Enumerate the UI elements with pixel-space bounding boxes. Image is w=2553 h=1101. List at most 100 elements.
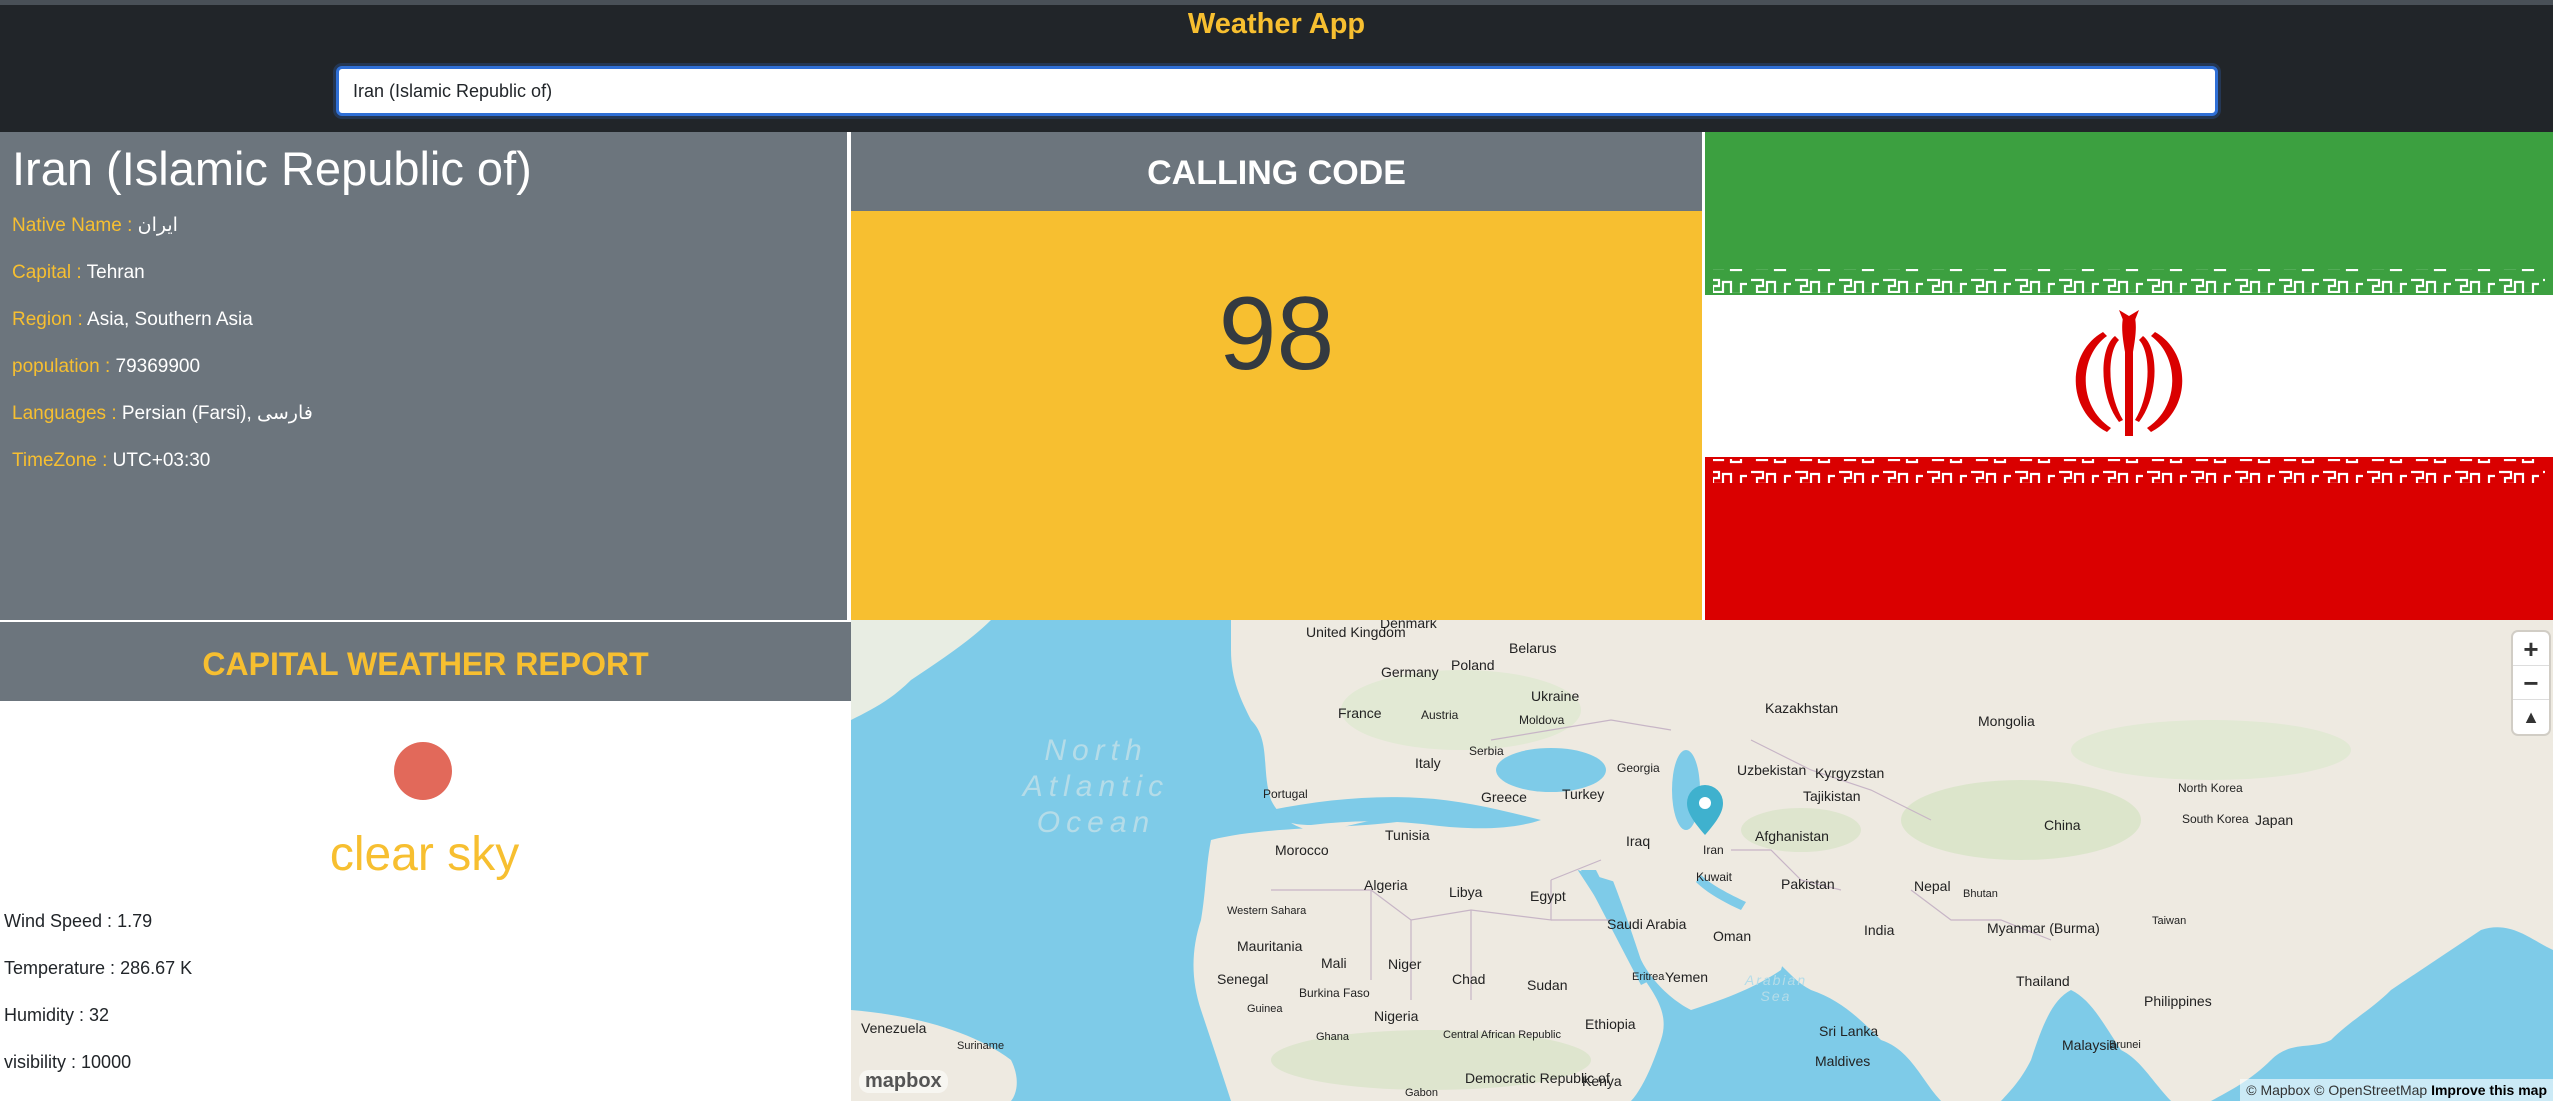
region-row: Region : Asia, Southern Asia [12,296,835,343]
country-search-input[interactable] [336,66,2218,116]
improve-map-link[interactable]: Improve this map [2431,1082,2547,1098]
map-label: Nepal [1914,878,1951,894]
map-label: Niger [1388,956,1422,972]
wind-speed-value: 1.79 [117,911,153,931]
map-label: Germany [1381,664,1439,680]
map-label: China [2044,817,2081,833]
languages-value: Persian (Farsi), فارسی [121,403,313,424]
map-label: Libya [1449,884,1483,900]
map-label: Uzbekistan [1737,762,1806,778]
calling-code-panel: CALLING CODE 98 [851,132,1704,620]
map-label: Austria [1421,708,1459,722]
languages-row: Languages : Persian (Farsi), فارسی [12,390,835,437]
map-label: India [1864,922,1895,938]
capital-row: Capital : Tehran [12,249,835,296]
ocean-label-line2: Atlantic [1021,770,1169,803]
timezone-label: TimeZone : [12,450,108,471]
map-label: Chad [1452,971,1485,987]
map-label: Philippines [2144,993,2212,1009]
map-canvas[interactable]: North Atlantic Ocean Arabian Sea United … [851,620,2553,1101]
map-label: Senegal [1217,971,1268,987]
map-label: Taiwan [2152,915,2186,927]
map-label: Morocco [1275,842,1329,858]
map-label: Kuwait [1696,870,1733,884]
map-label: Maldives [1815,1053,1870,1069]
map-label: Ghana [1316,1031,1350,1043]
timezone-row: TimeZone : UTC+03:30 [12,437,835,484]
humidity-value: 32 [89,1005,110,1025]
map-label: Moldova [1519,713,1565,727]
map-label: Sudan [1527,977,1567,993]
native-name-row: Native Name : ایران [12,202,835,249]
humidity-label: Humidity : [4,1005,85,1025]
map-label: Kazakhstan [1765,700,1838,716]
map-label: Ethiopia [1585,1016,1636,1032]
map-label: Burkina Faso [1299,986,1370,1000]
map-label: Saudi Arabia [1607,916,1687,932]
map-label: Serbia [1469,744,1504,758]
map-label: Central African Republic [1443,1029,1562,1041]
map-attribution: © Mapbox © OpenStreetMap Improve this ma… [2240,1079,2553,1101]
map-label: Portugal [1263,787,1308,801]
map-label: Poland [1451,657,1495,673]
map-label: Tajikistan [1803,788,1861,804]
ocean-label-line1: North [1044,734,1147,767]
visibility-row: visibility : 10000 [4,1052,131,1073]
map-label: Suriname [957,1040,1004,1052]
capital-label: Capital : [12,262,82,283]
calling-code-title: CALLING CODE [851,132,1702,211]
visibility-label: visibility : [4,1052,77,1072]
app-header: Weather App [0,0,2553,132]
mapbox-logo[interactable]: mapbox [859,1070,948,1093]
wind-speed-label: Wind Speed : [4,911,113,931]
map-label: Sri Lanka [1819,1023,1878,1039]
ocean-label-line3: Ocean [1037,806,1155,839]
region-value: Asia, Southern Asia [87,309,253,330]
sea-label-line2: Sea [1761,988,1792,1004]
map-label: France [1338,705,1382,721]
map-label: Japan [2255,812,2293,828]
attribution-text[interactable]: © Mapbox © OpenStreetMap [2246,1082,2427,1098]
map-label: Iraq [1626,833,1650,849]
calling-code-value: 98 [851,211,1702,620]
wind-speed-row: Wind Speed : 1.79 [4,911,152,932]
languages-label: Languages : [12,403,117,424]
temperature-row: Temperature : 286.67 K [4,958,192,979]
map-label: Ukraine [1531,688,1579,704]
map-label: Thailand [2016,973,2070,989]
country-name: Iran (Islamic Republic of) [12,142,532,195]
visibility-value: 10000 [81,1052,132,1072]
map-label: Tunisia [1385,827,1430,843]
map-label: Myanmar (Burma) [1987,920,2100,936]
app-title: Weather App [1187,8,1366,40]
temperature-label: Temperature : [4,958,116,978]
zoom-out-button[interactable]: − [2513,666,2549,700]
map-label: Turkey [1562,786,1604,802]
native-name-label: Native Name : [12,215,133,236]
map-label: Georgia [1617,761,1660,775]
map-label: Denmark [1380,620,1438,631]
map-label: Iran [1703,843,1724,857]
map-label: Mongolia [1978,713,2035,729]
zoom-in-button[interactable]: + [2513,632,2549,666]
map-label: Afghanistan [1755,828,1829,844]
compass-icon[interactable]: ▲ [2513,700,2549,734]
weather-description: clear sky [329,828,520,881]
map-label: Gabon [1405,1087,1438,1099]
map-label: Yemen [1665,969,1708,985]
map-label: Venezuela [861,1020,927,1036]
map-label: South Korea [2182,812,2249,826]
map-label: Oman [1713,928,1751,944]
map-label: Algeria [1364,877,1408,893]
map-label: Eritrea [1632,971,1665,983]
map-label: Egypt [1530,888,1566,904]
map-label: Bhutan [1963,888,1998,900]
map-label: Italy [1415,755,1441,771]
sun-icon [394,742,452,800]
map-label: Kenya [1582,1073,1622,1089]
map-label: Brunei [2109,1039,2141,1051]
temperature-value: 286.67 K [120,958,193,978]
country-map[interactable]: North Atlantic Ocean Arabian Sea United … [851,620,2553,1101]
timezone-value: UTC+03:30 [112,450,211,471]
weather-report-title: CAPITAL WEATHER REPORT [0,622,851,701]
